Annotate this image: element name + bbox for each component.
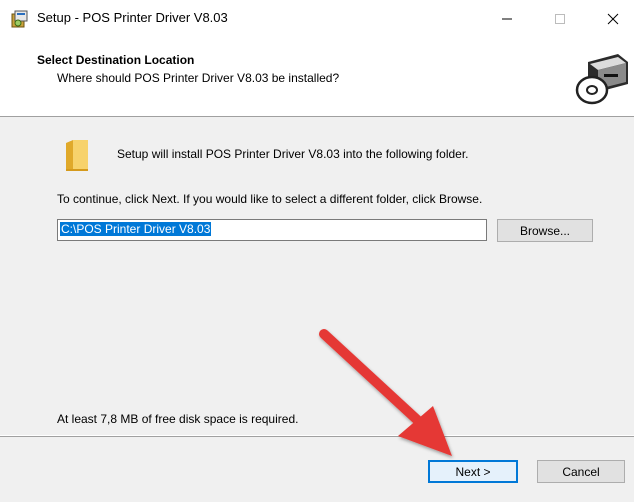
wizard-footer: Next > Cancel <box>0 436 634 502</box>
wizard-body: Setup will install POS Printer Driver V8… <box>0 117 634 435</box>
wizard-header: Select Destination Location Where should… <box>0 38 634 117</box>
maximize-icon <box>555 14 565 24</box>
setup-app-icon <box>10 9 30 29</box>
printer-cd-icon <box>574 40 632 112</box>
title-bar[interactable]: Setup - POS Printer Driver V8.03 <box>0 0 634 38</box>
disk-space-text: At least 7,8 MB of free disk space is re… <box>57 412 299 426</box>
folder-icon <box>64 137 90 171</box>
page-subtitle: Where should POS Printer Driver V8.03 be… <box>57 71 340 85</box>
maximize-button[interactable] <box>537 0 583 38</box>
instruction-text: To continue, click Next. If you would li… <box>57 192 483 206</box>
browse-button[interactable]: Browse... <box>497 219 593 242</box>
page-title: Select Destination Location <box>37 53 195 67</box>
close-button[interactable] <box>590 0 634 38</box>
minimize-icon <box>502 18 512 20</box>
setup-window: Setup - POS Printer Driver V8.03 Select … <box>0 0 634 502</box>
close-icon <box>607 13 619 25</box>
next-button[interactable]: Next > <box>428 460 518 483</box>
cancel-button[interactable]: Cancel <box>537 460 625 483</box>
destination-path-input[interactable]: C:\POS Printer Driver V8.03 <box>57 219 487 241</box>
window-title: Setup - POS Printer Driver V8.03 <box>37 10 228 25</box>
destination-path-value: C:\POS Printer Driver V8.03 <box>60 222 212 236</box>
minimize-button[interactable] <box>484 0 530 38</box>
install-info-text: Setup will install POS Printer Driver V8… <box>117 147 469 161</box>
